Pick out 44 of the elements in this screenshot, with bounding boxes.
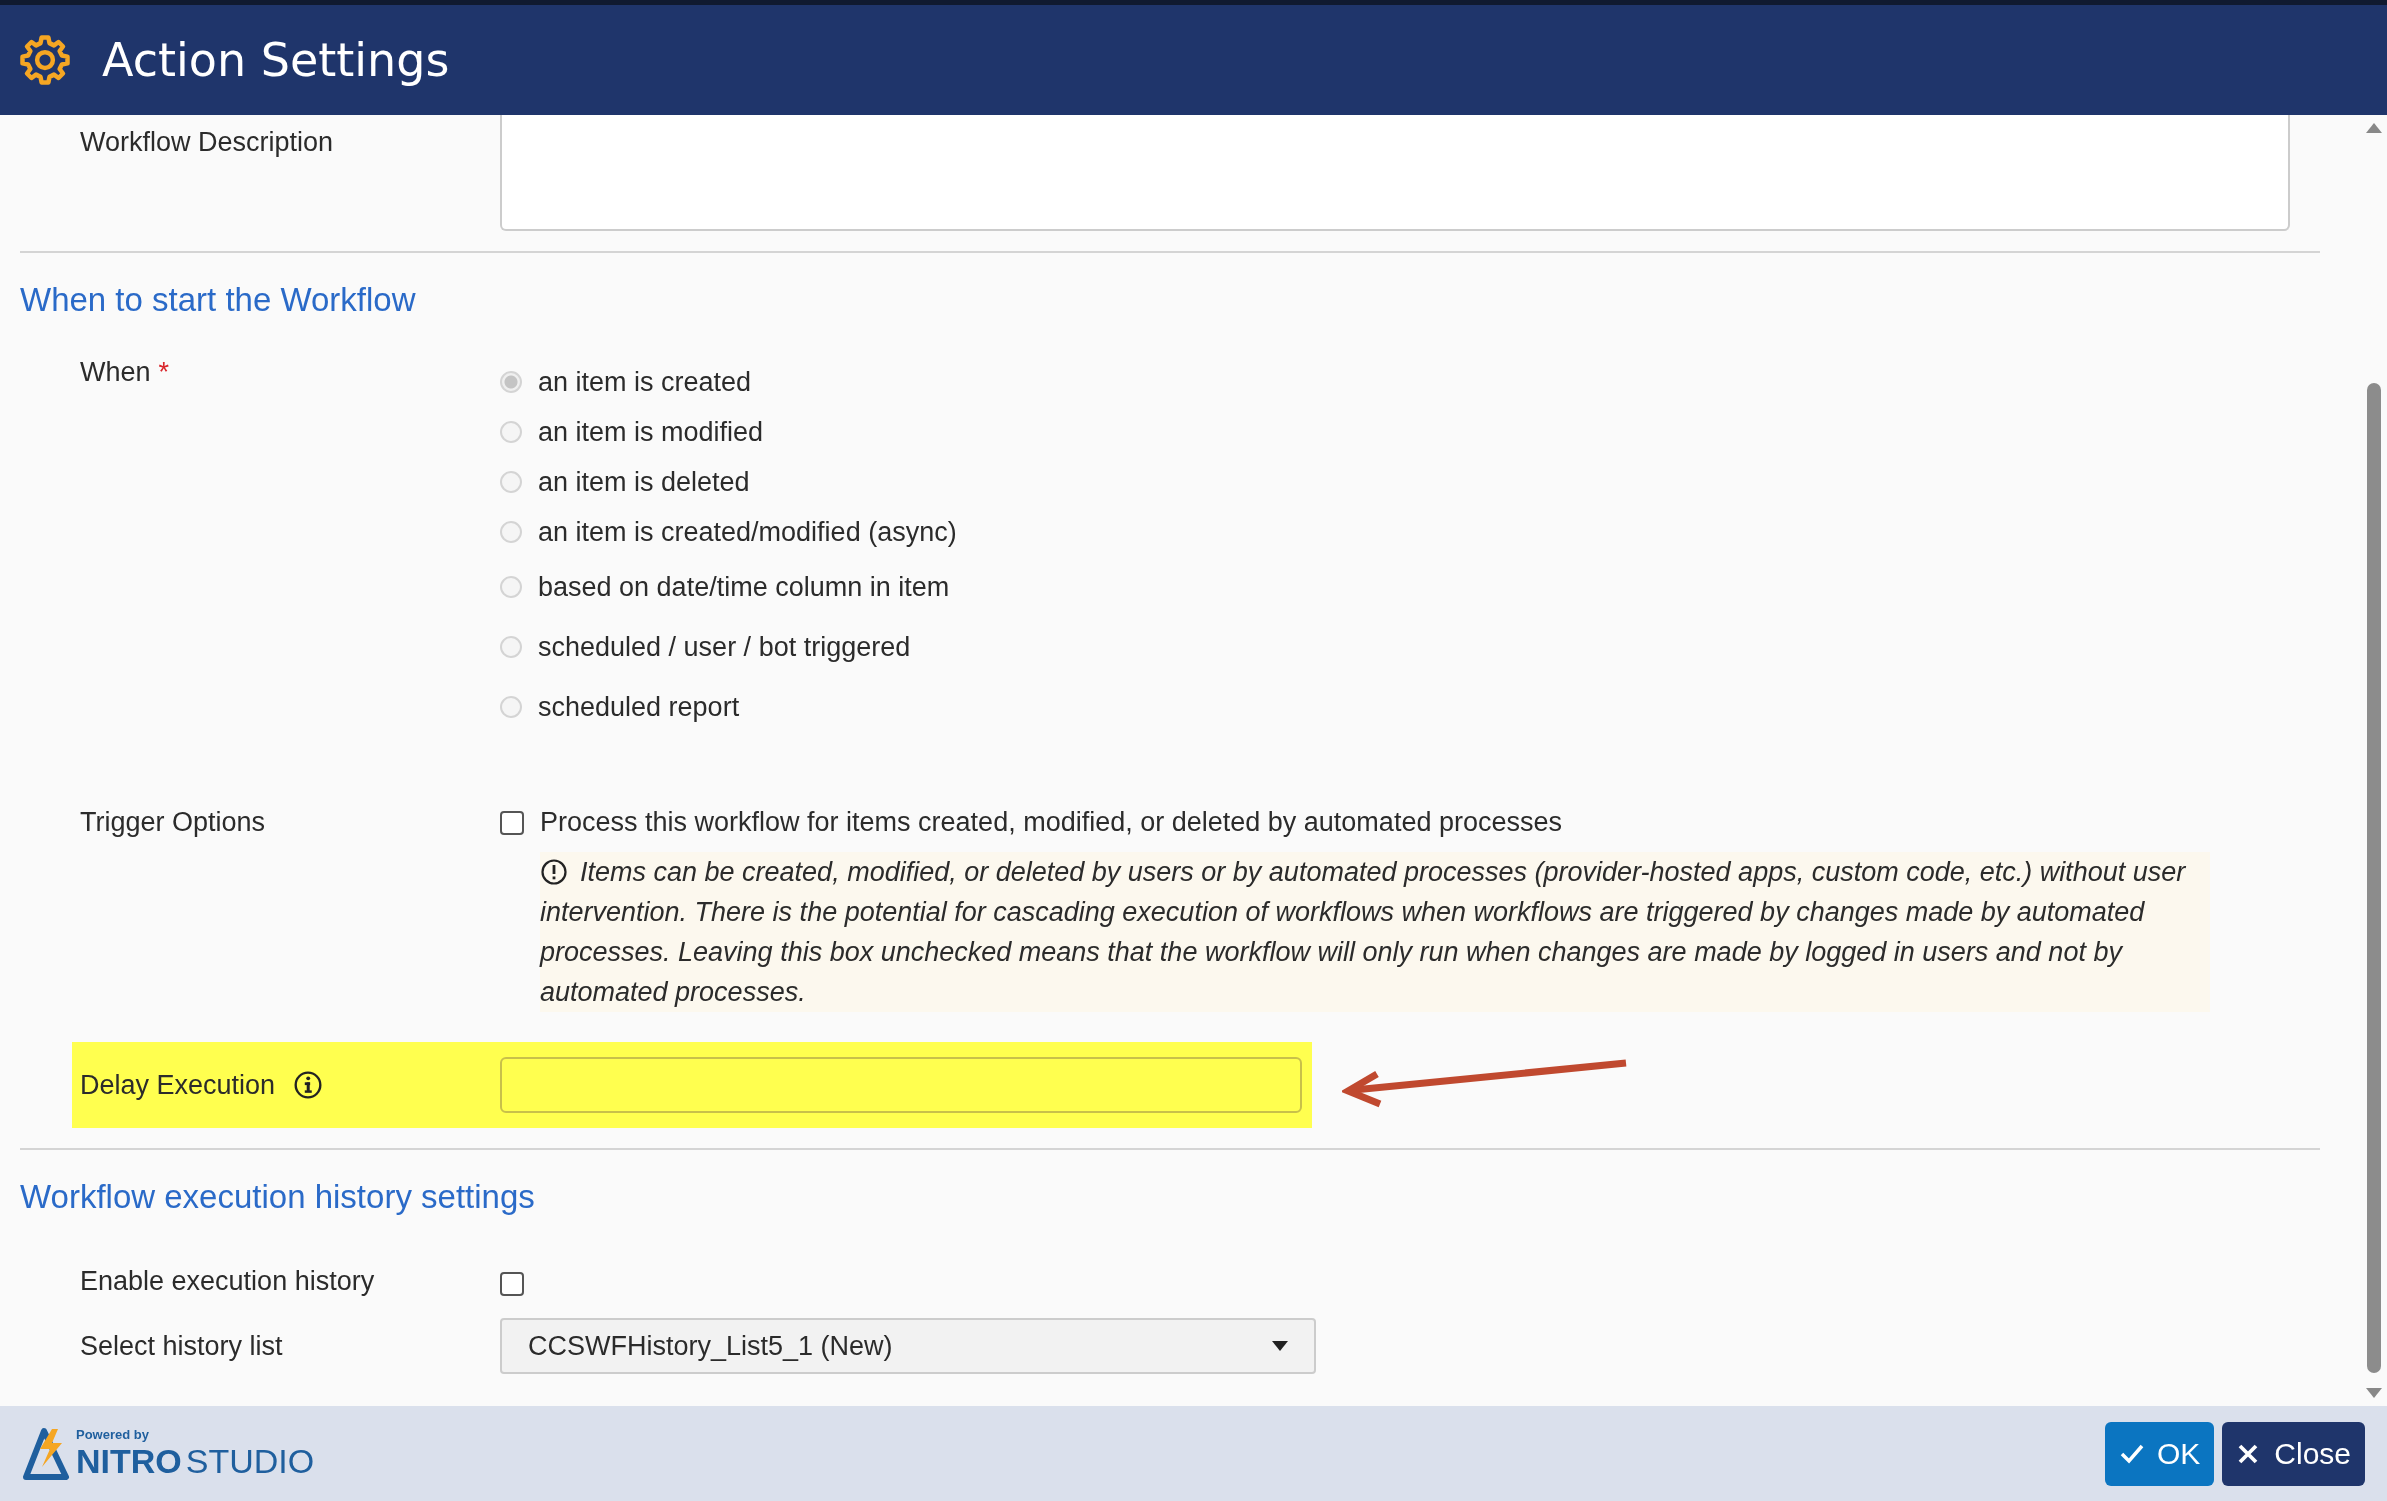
radio-button[interactable] xyxy=(500,636,522,658)
logo-product: STUDIO xyxy=(185,1441,315,1481)
field-label: Workflow Description xyxy=(80,127,334,158)
checkbox[interactable] xyxy=(500,1271,524,1296)
logo-tagline: Powered by xyxy=(76,1426,150,1442)
field-label: Select history list xyxy=(80,1330,283,1362)
warning-icon xyxy=(540,858,568,886)
checkbox-label[interactable]: Process this workflow for items created, modified, or deleted by automated processes xyxy=(540,807,1562,838)
radio-button[interactable] xyxy=(500,576,522,598)
section-heading: When to start the Workflow xyxy=(20,280,417,320)
radio-button[interactable] xyxy=(500,371,522,393)
checkbox[interactable] xyxy=(500,810,524,835)
option-label[interactable]: an item is modified xyxy=(538,416,764,448)
description-field[interactable] xyxy=(500,115,2290,231)
option-label[interactable]: an item is deleted xyxy=(538,466,750,498)
field-label: When xyxy=(80,357,151,388)
radio-button[interactable] xyxy=(500,521,522,543)
required-mark: * xyxy=(158,357,170,388)
field-label: Enable execution history xyxy=(80,1265,375,1297)
radio-button[interactable] xyxy=(500,471,522,493)
scroll-up-icon xyxy=(2365,123,2382,133)
caret-icon xyxy=(1272,1341,1288,1351)
logo-brand: NITRO xyxy=(76,1441,182,1481)
ok-button[interactable]: OK xyxy=(2104,1421,2215,1486)
scrollbar-thumb[interactable] xyxy=(2366,383,2381,1373)
option-label[interactable]: based on date/time column in item xyxy=(538,571,950,603)
bolt-triangle-icon xyxy=(22,1426,70,1481)
option-label[interactable]: an item is created xyxy=(538,366,752,398)
scroll-down-icon xyxy=(2365,1388,2382,1398)
radio-button[interactable] xyxy=(500,421,522,443)
history-list-dropdown[interactable]: CCSWFHistory_List5_1 (New) xyxy=(500,1318,1316,1374)
section-heading: Workflow execution history settings xyxy=(20,1177,536,1217)
info-icon xyxy=(293,1070,324,1100)
option-label[interactable]: an item is created/modified (async) xyxy=(538,516,957,548)
radio-button[interactable] xyxy=(500,696,522,718)
window-title: Action Settings xyxy=(102,33,450,87)
field-label: Trigger Options xyxy=(80,807,266,838)
field-label: Delay Execution xyxy=(80,1069,276,1101)
close-button[interactable]: Close xyxy=(2222,1421,2365,1486)
delay-field[interactable] xyxy=(500,1057,1302,1113)
option-label[interactable]: scheduled report xyxy=(538,691,740,723)
gear-icon xyxy=(18,33,72,87)
info-note: Items can be created, modified, or deleted by users or by automated processes (provider-hosted apps, custom code, etc.) without user intervention. There is the potential for cascading execution of workflows when workflows are triggered by changes made by automated processes. Leaving this box unchecked means that the workflow will only run when changes are made by logged in users and not by automated processes. xyxy=(540,852,2210,1012)
option-label[interactable]: scheduled / user / bot triggered xyxy=(538,631,911,663)
